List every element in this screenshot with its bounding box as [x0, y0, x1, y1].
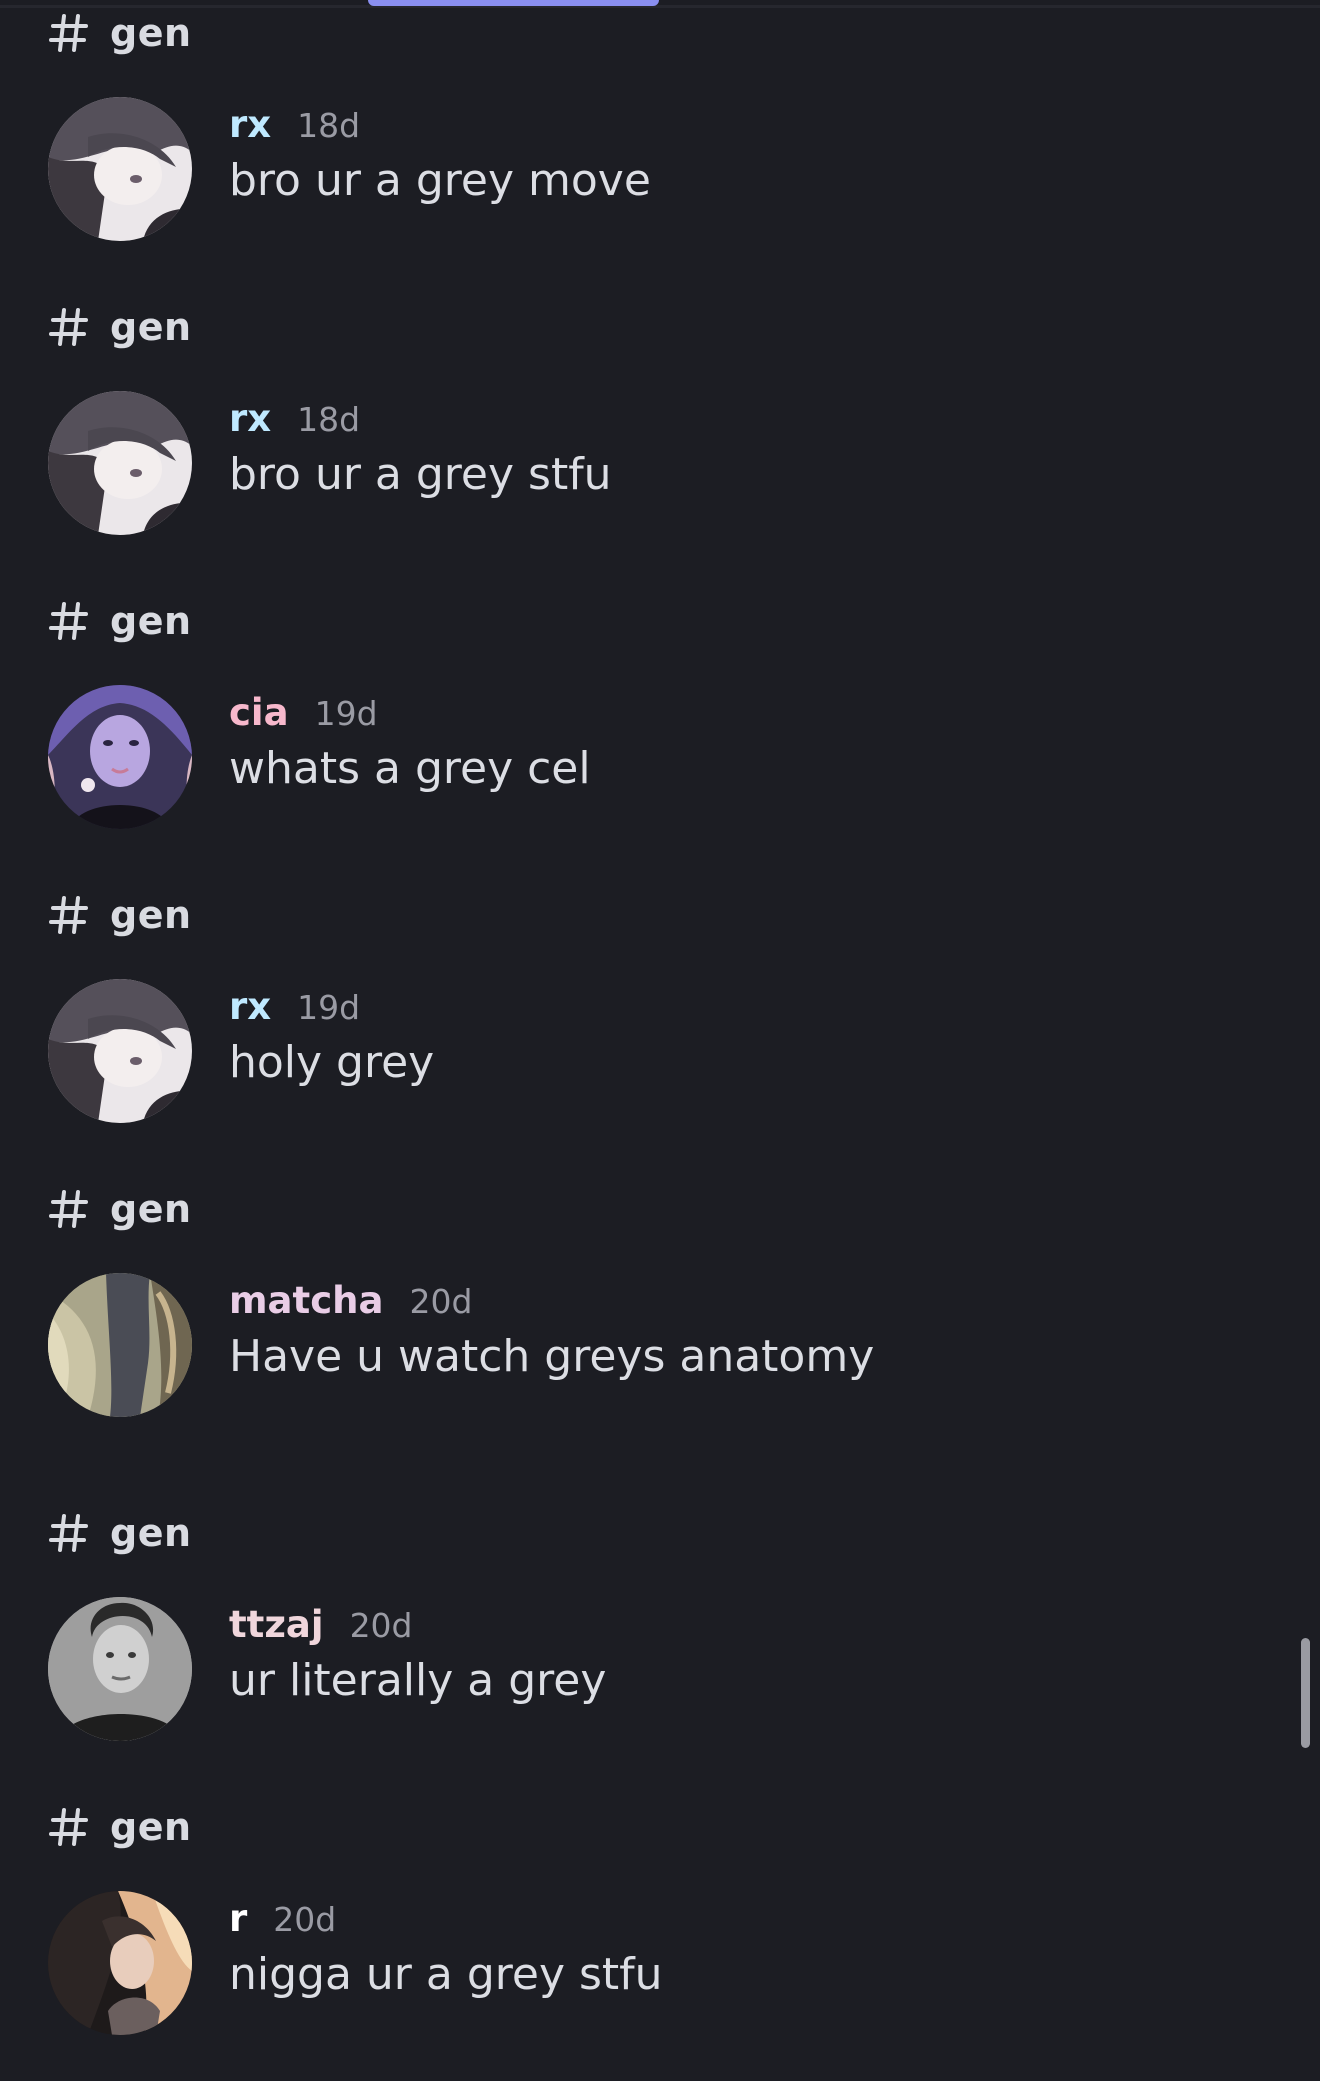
message-text: nigga ur a grey stfu	[229, 1949, 663, 2000]
username[interactable]: matcha	[229, 1279, 383, 1322]
message-text: Have u watch greys anatomy	[229, 1331, 875, 1382]
anime-avatar-image	[48, 391, 192, 535]
portrait-avatar-image	[48, 1597, 192, 1741]
avatar[interactable]	[48, 391, 192, 535]
username[interactable]: ttzaj	[229, 1603, 324, 1646]
message-text: whats a grey cel	[229, 743, 591, 794]
photo-avatar-image	[48, 1273, 192, 1417]
username[interactable]: cia	[229, 691, 289, 734]
channel-name: gen	[110, 305, 192, 349]
message-result[interactable]: gen rx 19d holy grey	[0, 885, 1300, 1123]
channel-label[interactable]: gen	[48, 591, 192, 651]
channel-name: gen	[110, 1511, 192, 1555]
channel-name: gen	[110, 599, 192, 643]
channel-label[interactable]: gen	[48, 885, 192, 945]
channel-label[interactable]: gen	[48, 297, 192, 357]
message-result[interactable]: gen rx 18d bro ur a grey move	[0, 3, 1300, 241]
channel-label[interactable]: gen	[48, 1797, 192, 1857]
channel-label[interactable]: gen	[48, 1503, 192, 1563]
anime-avatar-image	[48, 1891, 192, 2035]
hash-icon	[49, 896, 88, 934]
timestamp: 20d	[409, 1282, 473, 1321]
message-text: holy grey	[229, 1037, 435, 1088]
channel-name: gen	[110, 1187, 192, 1231]
selfie-avatar-image	[48, 685, 192, 829]
username[interactable]: r	[229, 1897, 247, 1940]
message-feed-screen: gen rx 18d bro ur a grey move gen rx 18d…	[0, 0, 1320, 2081]
message-result[interactable]: gen matcha 20d Have u watch greys anatom…	[0, 1179, 1300, 1417]
message-meta: ttzaj 20d	[229, 1603, 413, 1646]
timestamp: 19d	[297, 988, 361, 1027]
message-result[interactable]: gen r 20d nigga ur a grey stfu	[0, 1797, 1300, 2035]
scrollbar-thumb[interactable]	[1301, 1638, 1310, 1748]
message-result[interactable]: gen cia 19d whats a grey cel	[0, 591, 1300, 829]
timestamp: 18d	[297, 106, 361, 145]
avatar[interactable]	[48, 685, 192, 829]
message-text: bro ur a grey move	[229, 155, 651, 206]
timestamp: 19d	[314, 694, 378, 733]
avatar[interactable]	[48, 97, 192, 241]
message-result[interactable]: gen ttzaj 20d ur literally a grey	[0, 1503, 1300, 1741]
avatar[interactable]	[48, 1597, 192, 1741]
channel-name: gen	[110, 893, 192, 937]
username[interactable]: rx	[229, 397, 271, 440]
message-text: ur literally a grey	[229, 1655, 607, 1706]
message-meta: matcha 20d	[229, 1279, 472, 1322]
message-result[interactable]: gen rx 18d bro ur a grey stfu	[0, 297, 1300, 535]
timestamp: 20d	[273, 1900, 337, 1939]
timestamp: 20d	[349, 1606, 413, 1645]
avatar[interactable]	[48, 1891, 192, 2035]
anime-avatar-image	[48, 979, 192, 1123]
channel-name: gen	[110, 1805, 192, 1849]
avatar[interactable]	[48, 979, 192, 1123]
anime-avatar-image	[48, 97, 192, 241]
timestamp: 18d	[297, 400, 361, 439]
message-meta: rx 19d	[229, 985, 360, 1028]
message-meta: rx 18d	[229, 397, 360, 440]
channel-label[interactable]: gen	[48, 1179, 192, 1239]
message-meta: rx 18d	[229, 103, 360, 146]
hash-icon	[49, 1514, 88, 1552]
hash-icon	[49, 1808, 88, 1846]
message-text: bro ur a grey stfu	[229, 449, 612, 500]
hash-icon	[49, 1190, 88, 1228]
channel-label[interactable]: gen	[48, 3, 192, 63]
message-meta: cia 19d	[229, 691, 378, 734]
username[interactable]: rx	[229, 103, 271, 146]
message-meta: r 20d	[229, 1897, 336, 1940]
channel-name: gen	[110, 11, 192, 55]
avatar[interactable]	[48, 1273, 192, 1417]
username[interactable]: rx	[229, 985, 271, 1028]
hash-icon	[49, 14, 88, 52]
hash-icon	[49, 602, 88, 640]
hash-icon	[49, 308, 88, 346]
